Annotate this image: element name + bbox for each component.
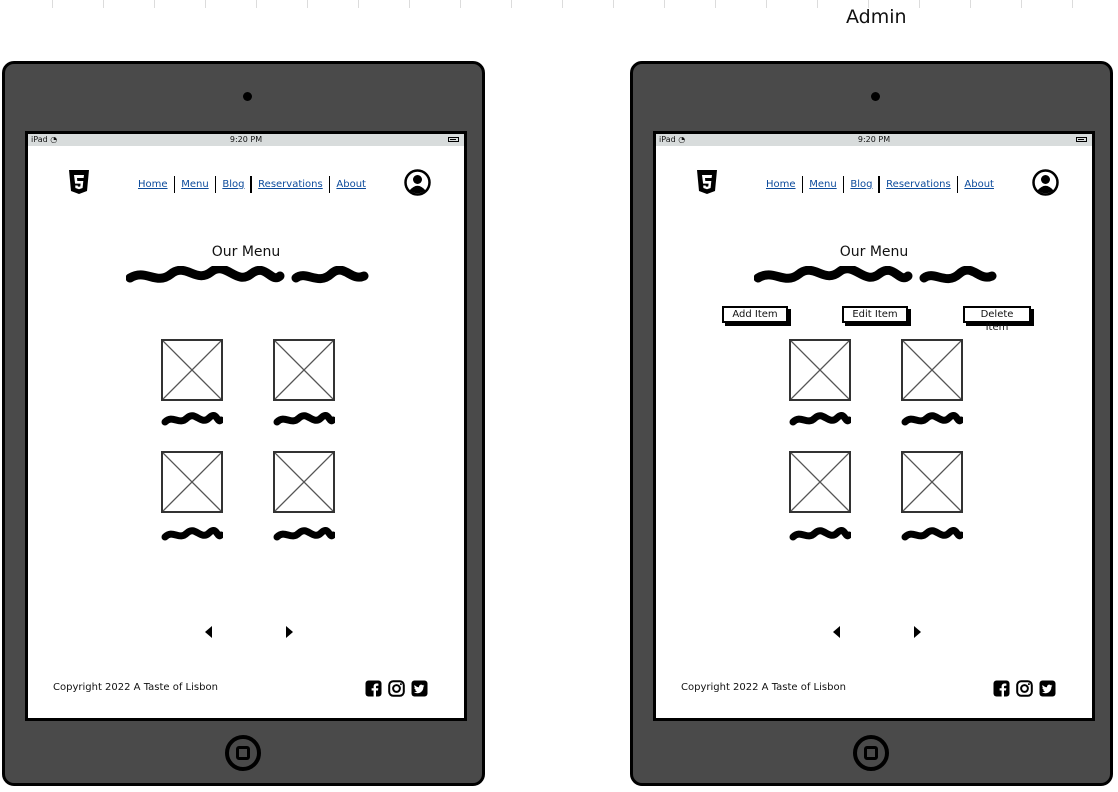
menu-item-image-placeholder[interactable] bbox=[273, 451, 335, 513]
menu-item-image-placeholder[interactable] bbox=[161, 451, 223, 513]
page-title: Our Menu bbox=[211, 244, 281, 260]
facebook-icon[interactable] bbox=[365, 680, 382, 697]
ruler-tick bbox=[103, 0, 104, 8]
battery-icon bbox=[448, 137, 459, 142]
add-item-button[interactable]: Add Item bbox=[722, 306, 788, 323]
ruler-tick bbox=[562, 0, 563, 8]
ruler-tick bbox=[919, 0, 920, 8]
next-page-icon[interactable] bbox=[286, 626, 293, 638]
nav-link-reservations[interactable]: Reservations bbox=[252, 179, 329, 190]
caption-placeholder-scribble bbox=[901, 412, 963, 426]
nav-link-about[interactable]: About bbox=[958, 179, 1000, 190]
ruler-tick bbox=[307, 0, 308, 8]
menu-item-image-placeholder[interactable] bbox=[901, 339, 963, 401]
ruler-tick bbox=[511, 0, 512, 8]
ruler-tick bbox=[817, 0, 818, 8]
ruler-tick bbox=[205, 0, 206, 8]
page-title: Our Menu bbox=[839, 244, 909, 260]
user-account-icon[interactable] bbox=[404, 169, 431, 196]
ruler-tick bbox=[460, 0, 461, 8]
caption-placeholder-scribble bbox=[273, 527, 335, 541]
menu-item-image-placeholder[interactable] bbox=[789, 339, 851, 401]
ruler-tick bbox=[613, 0, 614, 8]
caption-placeholder-scribble bbox=[789, 412, 851, 426]
previous-page-icon[interactable] bbox=[205, 626, 212, 638]
instagram-icon[interactable] bbox=[1016, 680, 1033, 697]
home-button[interactable] bbox=[225, 735, 261, 771]
ipad-frame-admin: iPad ◔ 9:20 PM Home Menu Blog Reservatio… bbox=[630, 61, 1113, 786]
ruler-tick bbox=[52, 0, 53, 8]
html5-logo-icon[interactable] bbox=[696, 169, 718, 195]
ruler-tick bbox=[1072, 0, 1073, 8]
status-time: 9:20 PM bbox=[857, 135, 891, 144]
menu-item-image-placeholder[interactable] bbox=[901, 451, 963, 513]
facebook-icon[interactable] bbox=[993, 680, 1010, 697]
ipad-screen: iPad ◔ 9:20 PM Home Menu Blog Reservatio… bbox=[25, 131, 467, 721]
camera-dot bbox=[871, 92, 880, 101]
nav-link-blog[interactable]: Blog bbox=[216, 179, 250, 190]
nav-link-blog[interactable]: Blog bbox=[844, 179, 878, 190]
html5-logo-icon[interactable] bbox=[68, 169, 90, 195]
menu-item-image-placeholder[interactable] bbox=[789, 451, 851, 513]
battery-icon bbox=[1076, 137, 1087, 142]
ruler-tick bbox=[766, 0, 767, 8]
footer-copyright: Copyright 2022 A Taste of Lisbon bbox=[681, 682, 846, 693]
previous-page-icon[interactable] bbox=[833, 626, 840, 638]
delete-item-button[interactable]: Delete Item bbox=[963, 306, 1031, 333]
camera-dot bbox=[243, 92, 252, 101]
menu-item-image-placeholder[interactable] bbox=[161, 339, 223, 401]
nav-link-home[interactable]: Home bbox=[760, 179, 802, 190]
twitter-icon[interactable] bbox=[411, 680, 428, 697]
ruler-tick bbox=[1021, 0, 1022, 8]
instagram-icon[interactable] bbox=[388, 680, 405, 697]
ipad-screen: iPad ◔ 9:20 PM Home Menu Blog Reservatio… bbox=[653, 131, 1095, 721]
ruler-tick bbox=[256, 0, 257, 8]
status-bar: iPad ◔ 9:20 PM bbox=[656, 134, 1092, 146]
footer-copyright: Copyright 2022 A Taste of Lisbon bbox=[53, 682, 218, 693]
nav-link-about[interactable]: About bbox=[330, 179, 372, 190]
caption-placeholder-scribble bbox=[273, 412, 335, 426]
menu-item-image-placeholder[interactable] bbox=[273, 339, 335, 401]
caption-placeholder-scribble bbox=[161, 527, 223, 541]
nav-link-home[interactable]: Home bbox=[132, 179, 174, 190]
ruler-tick bbox=[358, 0, 359, 8]
main-nav: Home Menu Blog Reservations About bbox=[760, 174, 1000, 194]
ruler-tick bbox=[409, 0, 410, 8]
nav-link-menu[interactable]: Menu bbox=[175, 179, 214, 190]
status-time: 9:20 PM bbox=[229, 135, 263, 144]
nav-link-menu[interactable]: Menu bbox=[803, 179, 842, 190]
user-account-icon[interactable] bbox=[1032, 169, 1059, 196]
caption-placeholder-scribble bbox=[901, 527, 963, 541]
edit-item-button[interactable]: Edit Item bbox=[842, 306, 908, 323]
main-nav: Home Menu Blog Reservations About bbox=[132, 174, 372, 194]
ruler-tick bbox=[664, 0, 665, 8]
twitter-icon[interactable] bbox=[1039, 680, 1056, 697]
home-button[interactable] bbox=[853, 735, 889, 771]
text-placeholder-scribble bbox=[126, 266, 369, 284]
next-page-icon[interactable] bbox=[914, 626, 921, 638]
ruler-tick bbox=[715, 0, 716, 8]
admin-caption: Admin bbox=[846, 6, 907, 28]
ruler-tick bbox=[154, 0, 155, 8]
nav-link-reservations[interactable]: Reservations bbox=[880, 179, 957, 190]
text-placeholder-scribble bbox=[754, 266, 997, 284]
ipad-frame-public: iPad ◔ 9:20 PM Home Menu Blog Reservatio… bbox=[2, 61, 485, 786]
ruler-tick bbox=[970, 0, 971, 8]
caption-placeholder-scribble bbox=[161, 412, 223, 426]
status-bar: iPad ◔ 9:20 PM bbox=[28, 134, 464, 146]
caption-placeholder-scribble bbox=[789, 527, 851, 541]
